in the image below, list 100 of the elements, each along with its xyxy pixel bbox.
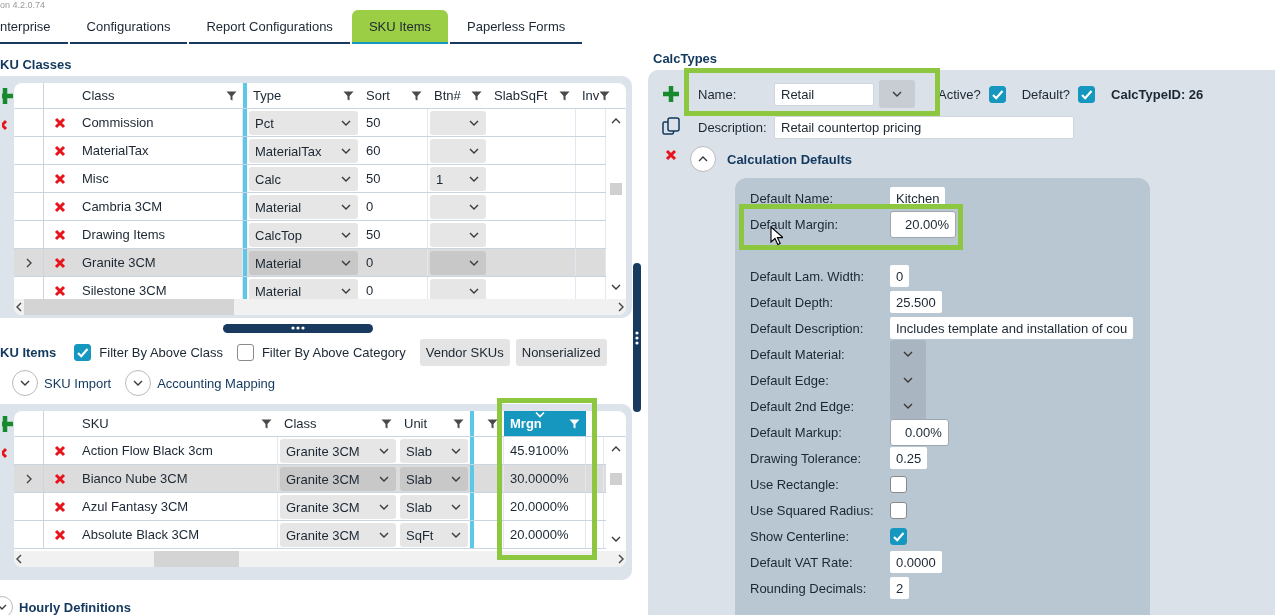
cell-dropdown[interactable]: Slab <box>400 495 468 519</box>
table-row[interactable]: Azul Fantasy 3CM Granite 3CM Slab 20.0000% <box>14 493 606 521</box>
cell-dropdown[interactable]: Granite 3CM <box>280 523 396 547</box>
expander-label[interactable]: Accounting Mapping <box>157 375 275 391</box>
table-row[interactable]: MaterialTax MaterialTax 60 <box>14 137 606 165</box>
column-header[interactable]: Unit <box>404 416 428 431</box>
cell-dropdown[interactable]: Material <box>249 279 358 299</box>
cell-dropdown[interactable]: SqFt <box>400 523 468 547</box>
cell-dropdown[interactable]: 1 <box>430 167 486 191</box>
input-field[interactable]: Retail <box>774 82 874 106</box>
copy-icon[interactable] <box>661 116 681 136</box>
scroll-left-icon[interactable] <box>14 301 24 313</box>
cell-dropdown[interactable] <box>430 251 486 275</box>
column-header[interactable]: SKU <box>82 416 109 431</box>
cell-dropdown[interactable] <box>430 139 486 163</box>
checkbox[interactable] <box>890 501 907 519</box>
add-icon[interactable] <box>662 85 680 103</box>
scroll-right-icon[interactable] <box>616 553 626 565</box>
delete-icon[interactable] <box>54 528 66 541</box>
tab[interactable]: nterprise <box>0 10 68 44</box>
delete-icon[interactable] <box>665 149 677 161</box>
checkbox[interactable] <box>988 85 1006 103</box>
filter-icon[interactable] <box>381 418 392 429</box>
toolbar-button[interactable]: Nonserialized <box>515 338 607 366</box>
filter-icon[interactable] <box>453 418 464 429</box>
splitter-handle[interactable] <box>633 263 641 412</box>
dropdown-button[interactable] <box>879 80 915 108</box>
delete-icon[interactable] <box>54 444 66 457</box>
cell-dropdown[interactable]: Calc <box>249 167 358 191</box>
table-row[interactable]: Misc Calc 50 1 <box>14 165 606 193</box>
scrollbar[interactable] <box>14 551 626 567</box>
table-row[interactable]: Bianco Nube 3CM Granite 3CM Slab 30.0000% <box>14 465 606 493</box>
cell-dropdown[interactable]: MaterialTax <box>249 139 358 163</box>
column-header[interactable]: Btn# <box>434 88 461 103</box>
expander-label[interactable]: SKU Import <box>44 375 112 391</box>
tab[interactable]: Report Configurations <box>189 10 350 44</box>
checkbox[interactable] <box>890 527 907 545</box>
input-field[interactable]: 2 <box>890 577 910 599</box>
cell-dropdown[interactable]: Granite 3CM <box>280 439 396 463</box>
input-field[interactable]: Includes template and installation of cou <box>890 317 1134 339</box>
table-row[interactable]: Granite 3CM Material 0 <box>14 249 606 277</box>
cell-dropdown[interactable] <box>430 223 486 247</box>
cell-dropdown[interactable]: CalcTop <box>249 223 358 247</box>
dropdown[interactable] <box>890 392 926 420</box>
input-field[interactable]: 0.0000 <box>890 551 942 573</box>
collapse-button[interactable] <box>690 146 716 172</box>
filter-icon[interactable] <box>261 418 272 429</box>
column-header[interactable]: Inv <box>582 88 600 103</box>
scroll-thumb[interactable] <box>610 473 622 485</box>
toolbar-button[interactable]: Vendor SKUs <box>419 338 510 366</box>
input-field[interactable]: 20.00% <box>890 210 957 238</box>
filter-icon[interactable] <box>559 90 570 101</box>
checkbox[interactable] <box>74 343 92 361</box>
delete-icon[interactable] <box>54 284 66 297</box>
delete-icon[interactable] <box>54 172 66 185</box>
delete-icon[interactable] <box>54 228 66 241</box>
scroll-thumb[interactable] <box>154 551 239 567</box>
table-row[interactable]: Cambria 3CM Material 0 <box>14 193 606 221</box>
filter-icon[interactable] <box>411 90 422 101</box>
delete-icon[interactable] <box>54 500 66 513</box>
input-field[interactable]: 0 <box>890 265 910 287</box>
column-header[interactable]: Class <box>284 416 317 431</box>
input-field[interactable]: 0.00% <box>890 418 949 446</box>
filter-icon[interactable] <box>343 90 354 101</box>
dropdown[interactable] <box>890 340 926 368</box>
delete-icon[interactable] <box>54 144 66 157</box>
scroll-right-icon[interactable] <box>616 301 626 313</box>
filter-icon[interactable] <box>487 418 498 429</box>
delete-icon[interactable] <box>54 200 66 213</box>
column-header[interactable]: Class <box>82 88 115 103</box>
filter-icon[interactable] <box>471 90 482 101</box>
input-field[interactable]: 25.500 <box>890 291 942 313</box>
checkbox[interactable] <box>236 343 254 361</box>
input-field[interactable]: 0.25 <box>890 447 928 469</box>
cell-dropdown[interactable]: Material <box>249 195 358 219</box>
tab[interactable]: Paperless Forms <box>450 10 583 44</box>
scroll-left-icon[interactable] <box>14 553 24 565</box>
cell-dropdown[interactable]: Pct <box>249 111 358 135</box>
scroll-thumb[interactable] <box>24 299 234 315</box>
cell-dropdown[interactable] <box>430 111 486 135</box>
cell-dropdown[interactable]: Granite 3CM <box>280 495 396 519</box>
cell-dropdown[interactable] <box>430 279 486 299</box>
tab[interactable]: SKU Items <box>351 10 448 44</box>
table-row[interactable]: Commission Pct 50 <box>14 109 606 137</box>
cell-dropdown[interactable]: Material <box>249 251 358 275</box>
column-header[interactable]: Sort <box>366 88 390 103</box>
scrollbar[interactable] <box>14 299 626 315</box>
filter-icon[interactable] <box>226 90 237 101</box>
cell-dropdown[interactable]: Slab <box>400 439 468 463</box>
delete-icon[interactable] <box>54 256 66 269</box>
tab[interactable]: Configurations <box>69 10 188 44</box>
splitter-handle[interactable] <box>222 323 373 333</box>
input-field[interactable]: Retail countertop pricing <box>774 115 1074 139</box>
section-title[interactable]: Hourly Definitions <box>19 599 131 615</box>
table-row[interactable]: Absolute Black 3CM Granite 3CM SqFt 20.0000% <box>14 521 606 549</box>
delete-icon[interactable] <box>54 116 66 129</box>
column-header[interactable]: SlabSqFt <box>494 88 548 103</box>
checkbox[interactable] <box>1078 85 1096 103</box>
cell-dropdown[interactable]: Granite 3CM <box>280 467 396 491</box>
cell-dropdown[interactable] <box>430 195 486 219</box>
